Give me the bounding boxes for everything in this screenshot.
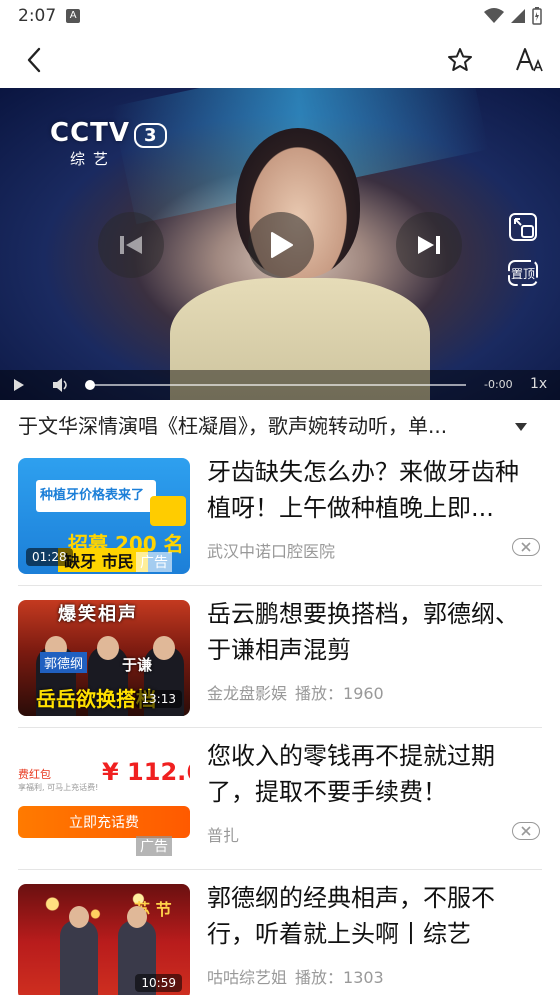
previous-button[interactable] bbox=[98, 212, 164, 278]
thumbnail-crosstalk: 爆笑相声 郭德纲 于谦 岳岳欲换搭档 13:13 bbox=[18, 600, 190, 716]
thumb-top-text: 爆笑相声 bbox=[58, 604, 138, 625]
channel-logo-sub: 综艺 bbox=[70, 150, 117, 168]
feed-item-plays: 播放：1960 bbox=[295, 684, 384, 703]
ad-label: 广告 bbox=[136, 552, 172, 572]
status-time: 2:07 bbox=[18, 6, 57, 26]
thumbnail-dental-ad: 种植牙价格表来了 招募 200 名 缺牙 市民 01:28 广告 bbox=[18, 458, 190, 574]
time-label: -0:00 bbox=[484, 378, 513, 391]
feed-item-meta: 咕咕综艺姐 播放：1303 bbox=[207, 964, 384, 988]
megaphone-icon bbox=[150, 496, 186, 526]
video-player[interactable]: CCTV 3 综艺 置顶 -0:00 1x bbox=[0, 88, 560, 400]
signal-icon bbox=[511, 9, 525, 23]
volume-icon[interactable] bbox=[52, 377, 70, 393]
thumb-right-name: 于谦 bbox=[122, 656, 153, 674]
feed-item-title: 您收入的零钱再不提就过期了，提取不要手续费！ bbox=[207, 742, 495, 806]
favorite-button[interactable] bbox=[442, 42, 478, 78]
channel-logo-main: CCTV bbox=[50, 118, 131, 148]
back-arrow-icon bbox=[27, 47, 41, 73]
duration-badge: 01:28 bbox=[26, 548, 73, 566]
status-bar: 2:07 A bbox=[0, 0, 560, 32]
player-controls-bar: -0:00 1x bbox=[0, 370, 560, 400]
thumbnail-guodegang: 苏 节 10:59 bbox=[18, 884, 190, 995]
play-icon bbox=[271, 232, 293, 258]
wifi-icon bbox=[484, 8, 504, 23]
battery-icon bbox=[532, 7, 542, 25]
thumb-sub-label: 享福利, 可马上充话费! bbox=[18, 783, 99, 792]
feed-item-plays: 播放：1303 bbox=[295, 968, 384, 987]
picture-in-picture-button[interactable] bbox=[504, 208, 542, 246]
skip-previous-icon bbox=[120, 236, 142, 254]
close-icon bbox=[521, 542, 531, 552]
divider bbox=[18, 869, 542, 870]
ad-label: 广告 bbox=[136, 836, 172, 856]
back-button[interactable] bbox=[16, 42, 52, 78]
status-icons bbox=[484, 7, 542, 25]
play-button[interactable] bbox=[248, 212, 314, 278]
recharge-cta-button[interactable]: 立即充话费 bbox=[18, 806, 190, 838]
feed-item-video-crosstalk[interactable]: 爆笑相声 郭德纲 于谦 岳岳欲换搭档 13:13 岳云鹏想要换搭档，郭德纲、于谦… bbox=[0, 600, 560, 742]
notification-icon: A bbox=[66, 9, 81, 23]
feed-item-title: 郭德纲的经典相声，不服不行，听着就上头啊丨综艺 bbox=[207, 884, 495, 948]
thumb-left-name: 郭德纲 bbox=[40, 652, 88, 673]
channel-logo-number: 3 bbox=[134, 123, 167, 148]
feed-item-title: 牙齿缺失怎么办？来做牙齿种植呀！上午做种植晚上即... bbox=[207, 458, 519, 522]
picture-in-picture-icon bbox=[509, 213, 537, 241]
thumb-person bbox=[60, 920, 98, 995]
feed-item-video-guodegang[interactable]: 苏 节 10:59 郭德纲的经典相声，不服不行，听着就上头啊丨综艺 咕咕综艺姐播… bbox=[0, 884, 560, 995]
dropdown-triangle-icon bbox=[515, 423, 527, 431]
mini-play-icon[interactable] bbox=[12, 377, 26, 393]
thumb-face bbox=[153, 636, 175, 660]
feed-item-source: 金龙盘影娱 bbox=[207, 684, 288, 703]
seek-knob[interactable] bbox=[85, 380, 95, 390]
star-icon bbox=[448, 48, 472, 71]
font-size-button[interactable] bbox=[510, 42, 550, 78]
feed-item-meta: 普扎 bbox=[207, 822, 239, 846]
thumb-amount: ¥ 112.66 bbox=[102, 758, 190, 786]
divider bbox=[18, 727, 542, 728]
thumb-face bbox=[127, 906, 147, 928]
thumb-face bbox=[69, 906, 89, 928]
speed-button[interactable]: 1x bbox=[530, 376, 547, 392]
feed-item-source: 武汉中诺口腔医院 bbox=[207, 542, 336, 561]
feed-item-title: 岳云鹏想要换搭档，郭德纲、于谦相声混剪 bbox=[207, 600, 519, 664]
thumb-label: 费红包 bbox=[18, 768, 51, 781]
divider bbox=[18, 585, 542, 586]
feed-item-ad-redpacket[interactable]: 费红包 享福利, 可马上充话费! ¥ 112.66 立即充话费 广告 您收入的零… bbox=[0, 742, 560, 884]
feed-item-meta: 武汉中诺口腔医院 bbox=[207, 538, 335, 562]
app-header bbox=[0, 32, 560, 88]
close-icon bbox=[521, 826, 531, 836]
thumb-face bbox=[97, 636, 119, 660]
seek-bar[interactable] bbox=[90, 384, 466, 386]
dismiss-ad-button[interactable] bbox=[512, 538, 540, 556]
feed-item-source: 普扎 bbox=[207, 826, 240, 845]
channel-logo: CCTV 3 综艺 bbox=[50, 118, 167, 169]
pin-top-button[interactable]: 置顶 bbox=[504, 254, 542, 292]
dismiss-ad-button[interactable] bbox=[512, 822, 540, 840]
feed-item-ad-dental[interactable]: 种植牙价格表来了 招募 200 名 缺牙 市民 01:28 广告 牙齿缺失怎么办… bbox=[0, 458, 560, 600]
skip-next-icon bbox=[418, 236, 440, 254]
feed-item-meta: 金龙盘影娱 播放：1960 bbox=[207, 680, 384, 704]
feed-item-source: 咕咕综艺姐 bbox=[207, 968, 288, 987]
thumbnail-redpacket-ad: 费红包 享福利, 可马上充话费! ¥ 112.66 立即充话费 广告 bbox=[18, 742, 190, 858]
next-button[interactable] bbox=[396, 212, 462, 278]
font-size-icon bbox=[516, 48, 543, 72]
video-title: 于文华深情演唱《枉凝眉》，歌声婉转动听，单... bbox=[18, 414, 448, 438]
duration-badge: 13:13 bbox=[135, 690, 182, 708]
duration-badge: 10:59 bbox=[135, 974, 182, 992]
thumb-banner-text: 种植牙价格表来了 bbox=[36, 480, 156, 512]
expand-title-button[interactable] bbox=[508, 414, 534, 440]
pin-top-label: 置顶 bbox=[510, 266, 535, 281]
